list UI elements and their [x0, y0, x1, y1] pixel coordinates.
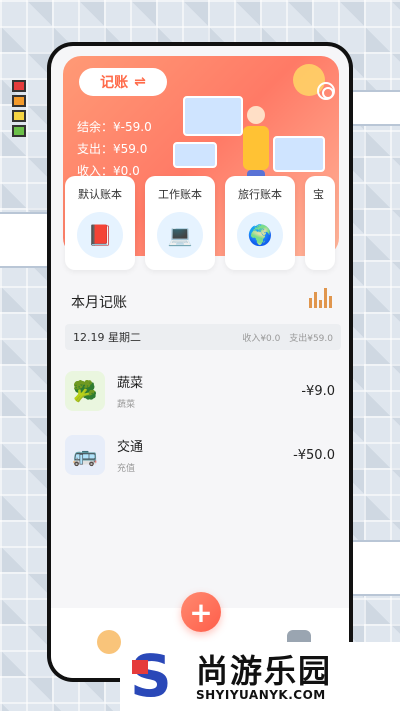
book-work[interactable]: 工作账本 💻 — [145, 176, 215, 270]
expense-value: ¥59.0 — [113, 142, 148, 156]
day-sums: 收入¥0.0 支出¥59.0 — [236, 331, 333, 344]
pixel-cloud-right-top — [350, 90, 400, 126]
swap-arrows-icon: ⇌ — [134, 74, 146, 90]
tab-home-icon[interactable] — [97, 630, 121, 654]
entry-note: 充值 — [117, 464, 136, 474]
site-watermark: S 尚游乐园 SHYIYUANYK.COM — [120, 642, 400, 711]
entry-amount: -¥9.0 — [301, 383, 335, 399]
book-label: 工作账本 — [158, 188, 202, 201]
book-default[interactable]: 默认账本 📕 — [65, 176, 135, 270]
globe-plane-icon: 🌍 — [237, 212, 283, 258]
computer-icon: 💻 — [157, 212, 203, 258]
phone-frame: 记账 ⇌ 结余：¥-59.0 支出：¥59.0 收入：¥0.0 默认账本 📕 工… — [47, 42, 353, 682]
bus-icon: 🚌 — [65, 435, 105, 475]
book-money-icon: 📕 — [77, 212, 123, 258]
expense-row: 支出：¥59.0 — [77, 142, 148, 156]
add-record-button[interactable]: + — [181, 592, 221, 632]
watermark-cn-text: 尚游乐园 — [196, 652, 333, 690]
record-label: 记账 — [100, 75, 129, 91]
summary-stats: 结余：¥-59.0 支出：¥59.0 收入：¥0.0 — [77, 116, 152, 182]
account-books-row: 默认账本 📕 工作账本 💻 旅行账本 🌍 宝 — [65, 176, 349, 276]
book-travel[interactable]: 旅行账本 🌍 — [225, 176, 295, 270]
record-toggle-button[interactable]: 记账 ⇌ — [79, 68, 167, 96]
entry-category: 交通 — [117, 440, 144, 455]
pixel-cloud-left — [0, 212, 50, 268]
day-summary-bar: 12.19 星期二 收入¥0.0 支出¥59.0 — [65, 324, 341, 350]
pixel-traffic-icon — [12, 80, 30, 140]
book-label: 默认账本 — [78, 188, 122, 201]
list-item[interactable]: 🥦 蔬菜 蔬菜 -¥9.0 — [65, 364, 341, 418]
entry-category: 蔬菜 — [117, 376, 144, 391]
watermark-logo: S — [130, 647, 180, 705]
entry-amount: -¥50.0 — [293, 447, 335, 463]
balance-value: ¥-59.0 — [113, 120, 152, 134]
day-date: 12.19 星期二 — [73, 331, 141, 344]
balance-row: 结余：¥-59.0 — [77, 120, 152, 134]
pixel-cloud-right-bottom — [350, 540, 400, 596]
app-screen: 记账 ⇌ 结余：¥-59.0 支出：¥59.0 收入：¥0.0 默认账本 📕 工… — [51, 46, 349, 678]
section-title: 本月记账 — [71, 295, 127, 311]
list-item[interactable]: 🚌 交通 充值 -¥50.0 — [65, 428, 341, 482]
entry-note: 蔬菜 — [117, 400, 136, 410]
day-income: 收入¥0.0 — [242, 333, 281, 344]
day-expense: 支出¥59.0 — [289, 333, 333, 344]
book-partial[interactable]: 宝 — [305, 176, 335, 270]
watermark-en-text: SHYIYUANYK.COM — [196, 688, 326, 702]
bar-chart-icon[interactable] — [309, 286, 333, 308]
vegetables-icon: 🥦 — [65, 371, 105, 411]
book-label: 宝 — [313, 188, 324, 201]
book-label: 旅行账本 — [238, 188, 282, 201]
